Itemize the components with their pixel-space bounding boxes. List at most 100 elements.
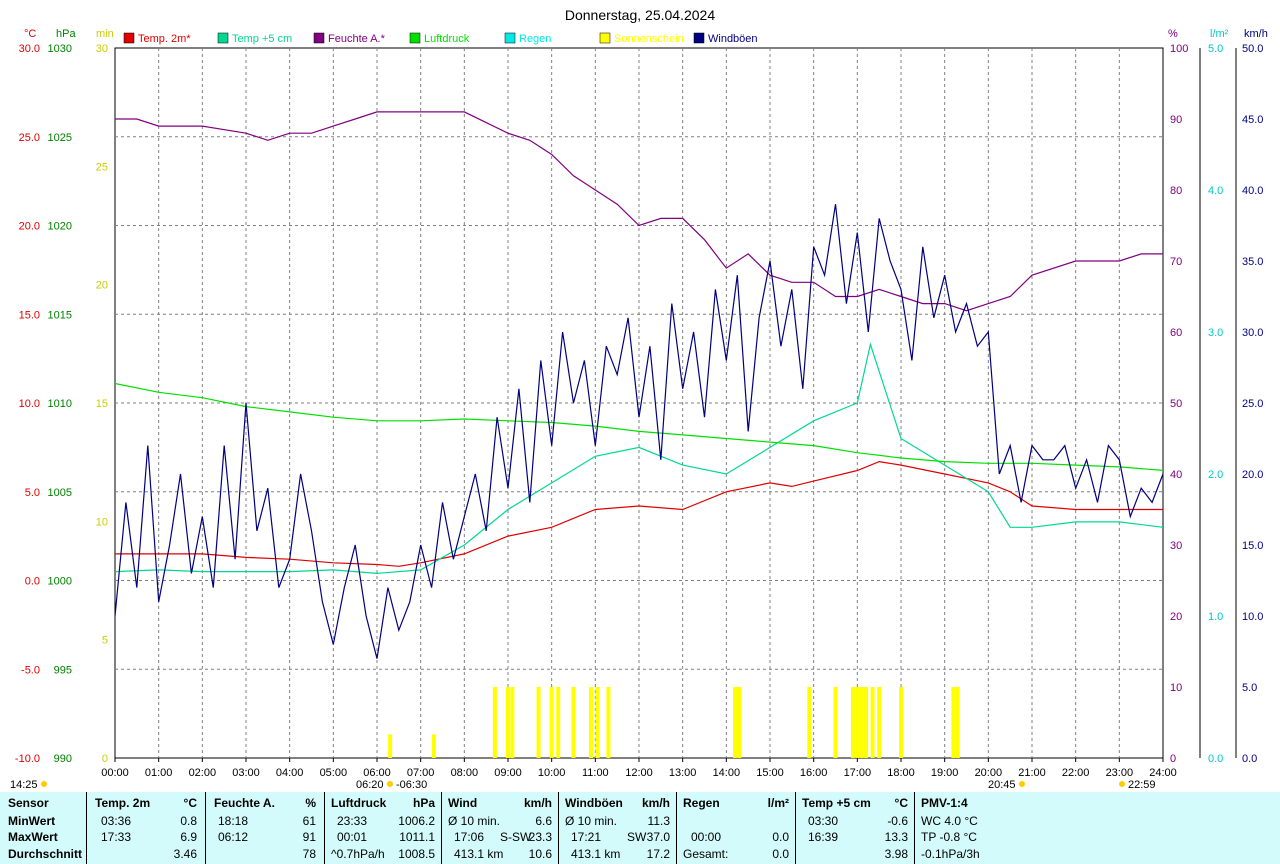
sunshine-bar [859,687,864,758]
sun-icon [1019,781,1025,787]
windboen-avg10-label: Ø 10 min. [565,814,618,828]
windboen-distance: 413.1 km [571,847,621,861]
legend-swatch [693,32,705,44]
x-tick-label: 06:00 [363,767,391,779]
moon-label: 22:59 [1128,779,1156,791]
sunshine-bar [807,687,812,758]
sunshine-bar [870,687,875,758]
sunset-marker-label: -06:30 [396,779,427,791]
axis-tick-wind: 50.0 [1242,43,1263,55]
axis-tick-humidity: 0 [1170,753,1176,765]
axis-tick-wind: 30.0 [1242,327,1263,339]
axis-tick-pressure: 1030 [48,43,72,55]
axis-tick-rain: 4.0 [1208,185,1223,197]
sunshine-bar [492,687,497,758]
x-tick-label: 00:00 [101,767,129,779]
legend-swatch [409,32,421,44]
luftdruck-trend: ^0.7hPa/h [331,847,385,861]
temp5cm-header: Temp +5 cm [802,796,871,810]
axis-tick-pressure: 1000 [48,576,72,588]
luftdruck-max-time: 00:01 [337,830,368,844]
x-tick-label: 07:00 [407,767,435,779]
x-tick-label: 08:00 [451,767,479,779]
axis-tick-pressure: 1010 [48,398,72,410]
temp2m-header: Temp. 2m [95,796,151,810]
feuchte-max-time: 06:12 [218,830,249,844]
axis-tick-temp: 20.0 [19,221,40,233]
windboen-avg: 17.2 [646,847,670,861]
axis-tick-sun: 30 [96,43,108,55]
axis-tick-sun: 25 [96,161,108,173]
wind-avg10-label: Ø 10 min. [448,814,501,828]
axis-tick-pressure: 995 [54,664,72,676]
axis-tick-wind: 10.0 [1242,611,1263,623]
legend-label: Regen [519,33,551,45]
sunshine-bar [606,687,611,758]
x-tick-label: 20:00 [975,767,1003,779]
feuchte-header: Feuchte A. [214,796,275,810]
sunshine-bar [833,687,838,758]
stats-temp5cm-col: Temp +5 cm °C 03:30 -0.6 16:39 13.3 3.98 [796,792,915,864]
pmv-windchill: WC 4.0 °C [921,814,978,828]
axis-tick-temp: 30.0 [19,43,40,55]
axis-tick-humidity: 40 [1170,469,1182,481]
legend-swatch [313,32,325,44]
stats-feuchte-col: Feuchte A. % 18:18 61 06:12 91 78 [206,792,325,864]
sunshine-bar [506,687,510,758]
axis-tick-humidity: 70 [1170,256,1182,268]
pmv-pressure-trend: -0.1hPa/3h [921,847,980,861]
x-tick-label: 13:00 [669,767,697,779]
temp5cm-unit: °C [894,796,908,810]
axis-tick-wind: 15.0 [1242,540,1263,552]
axis-tick-humidity: 60 [1170,327,1182,339]
luftdruck-min: 1006.2 [398,814,435,828]
axis-tick-temp: 25.0 [19,132,40,144]
temp2m-min: 0.8 [180,814,197,828]
stats-wind-col: Wind km/h Ø 10 min. 6.6 17:06 S-SW 23.3 … [442,792,559,864]
sunshine-bar [571,687,576,758]
x-tick-label: 15:00 [756,767,784,779]
axis-unit-temp: °C [24,28,36,40]
temp5cm-avg: 3.98 [884,847,908,861]
sunshine-bar [877,687,882,758]
axis-tick-rain: 1.0 [1208,611,1223,623]
axis-tick-humidity: 10 [1170,682,1182,694]
x-tick-label: 18:00 [887,767,915,779]
temp2m-unit: °C [183,796,197,810]
sunshine-bar [899,687,903,758]
weather-chart: Donnerstag, 25.04.2024 Temp. 2m* Temp +5 … [10,7,1268,791]
row-label-avg: Durchschnitt [8,847,83,861]
luftdruck-max: 1011.1 [399,830,435,844]
temp2m-avg: 3.46 [173,847,197,861]
x-tick-label: 23:00 [1106,767,1134,779]
windboen-max-time: 17:21 [571,830,602,844]
sunshine-bar [737,687,742,758]
axis-unit-pressure: hPa [56,28,76,40]
x-tick-label: 12:00 [625,767,653,779]
wind-max-time: 17:06 [454,830,485,844]
temp2m-min-time: 03:36 [101,814,132,828]
axis-tick-rain: 2.0 [1208,469,1223,481]
axis-tick-rain: 0.0 [1208,753,1223,765]
legend-label: Feuchte A.* [328,33,386,45]
sunshine-bar [388,734,393,758]
legend-label: Luftdruck [424,33,470,45]
sunshine-bar [588,687,593,758]
x-tick-label: 22:00 [1062,767,1090,779]
regen-total-label: Gesamt: [683,847,729,861]
stats-luftdruck-col: Luftdruck hPa 23:33 1006.2 00:01 1011.1 … [325,792,442,864]
sunshine-bar [431,734,436,758]
x-tick-label: 10:00 [538,767,566,779]
row-label-max: MaxWert [8,830,58,844]
x-tick-label: 17:00 [844,767,872,779]
axis-tick-wind: 0.0 [1242,753,1257,765]
luftdruck-unit: hPa [412,796,435,810]
axis-tick-pressure: 1025 [48,132,72,144]
regen-total: 0.0 [772,847,789,861]
luftdruck-header: Luftdruck [331,796,387,810]
feuchte-min-time: 18:18 [218,814,249,828]
axis-tick-wind: 5.0 [1242,682,1257,694]
x-tick-label: 16:00 [800,767,828,779]
axis-tick-rain: 3.0 [1208,327,1223,339]
x-tick-label: 11:00 [582,767,609,779]
